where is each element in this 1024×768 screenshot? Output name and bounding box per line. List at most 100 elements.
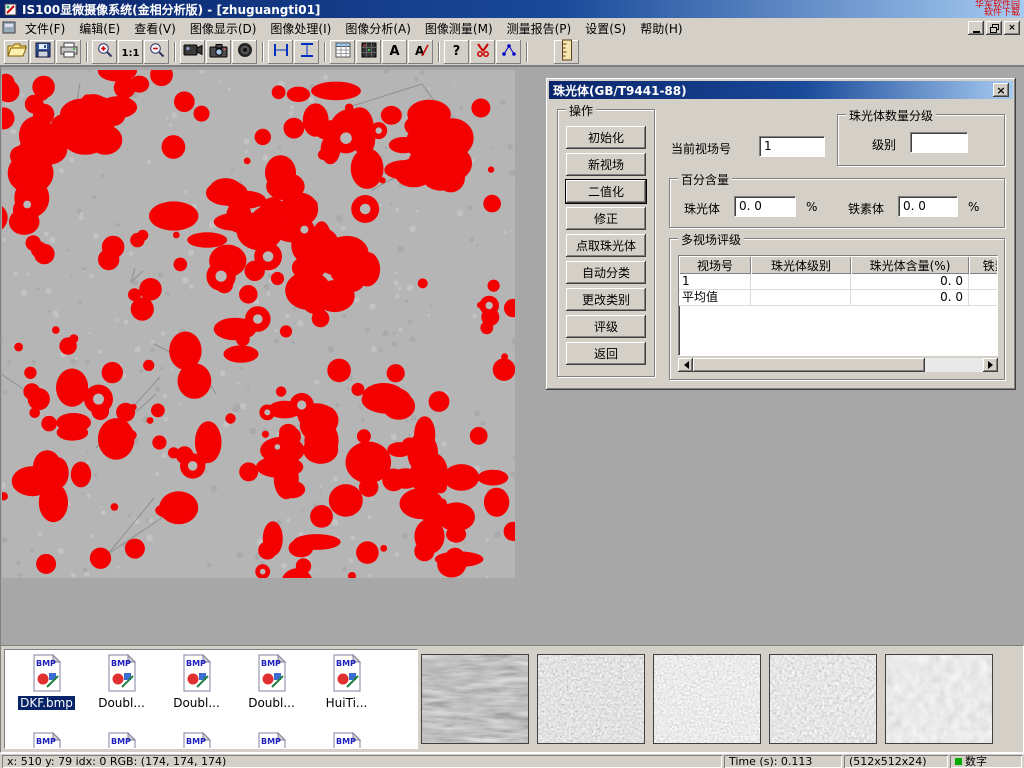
table-row[interactable]: 平均值0. 0 bbox=[679, 290, 998, 306]
dialog-title-bar[interactable]: 珠光体(GB/T9441-88) × bbox=[549, 81, 1013, 99]
table-header-cell[interactable]: 珠光体含量(%) bbox=[851, 256, 969, 274]
file-item[interactable]: BMPHuiTi... bbox=[309, 652, 384, 730]
snapshot-target-button[interactable] bbox=[232, 40, 257, 64]
op-button[interactable]: 更改类别 bbox=[566, 288, 646, 311]
zoom-in-button[interactable] bbox=[92, 40, 117, 64]
file-item[interactable]: BMPDoubl... bbox=[159, 652, 234, 730]
print-button[interactable] bbox=[56, 40, 81, 64]
file-item-partial[interactable]: BMP bbox=[234, 730, 309, 749]
file-item[interactable]: BMPDKF.bmp bbox=[9, 652, 84, 730]
thumbnail-4[interactable] bbox=[769, 654, 877, 744]
title-bar[interactable]: IS100显微摄像系统(金相分析版) - [zhuguangti01] bbox=[0, 0, 1024, 18]
current-field-value: 1 bbox=[764, 139, 772, 153]
scissors-tool-button[interactable] bbox=[470, 40, 495, 64]
thumbnail-2[interactable] bbox=[537, 654, 645, 744]
child-window-icon bbox=[2, 21, 18, 35]
rating-table[interactable]: 视场号珠光体级别珠光体含量(%)铁素体含量(%) 10. 0平均值0. 0 bbox=[678, 255, 998, 356]
menu-item-image-processing[interactable]: 图像处理(I) bbox=[263, 17, 338, 40]
file-item-partial[interactable]: BMP bbox=[159, 730, 234, 749]
app-window: IS100显微摄像系统(金相分析版) - [zhuguangti01] 华军软件… bbox=[0, 0, 1024, 768]
ferrite-percent-sign: % bbox=[968, 200, 979, 214]
bmp-file-icon: BMP bbox=[105, 730, 139, 749]
app-icon bbox=[4, 2, 18, 16]
table-header-cell[interactable]: 铁素体含量(%) bbox=[969, 256, 998, 274]
table-cell bbox=[751, 274, 851, 290]
pearlite-percent-input[interactable]: 0. 0 bbox=[734, 196, 796, 217]
zoom-out-button[interactable] bbox=[144, 40, 169, 64]
dialog-close-button[interactable]: × bbox=[993, 83, 1009, 97]
op-button[interactable]: 评级 bbox=[566, 315, 646, 338]
close-button[interactable]: × bbox=[1004, 21, 1020, 35]
annotate-text-button[interactable]: A bbox=[382, 40, 407, 64]
measure-horizontal-button[interactable] bbox=[268, 40, 293, 64]
scroll-right-button[interactable] bbox=[983, 358, 998, 372]
measure-angle-button[interactable]: A bbox=[408, 40, 433, 64]
help-button[interactable]: ? bbox=[444, 40, 469, 64]
file-item[interactable]: BMP Doubl... bbox=[84, 652, 159, 730]
op-button[interactable]: 二值化 bbox=[566, 180, 646, 203]
scroll-thumb[interactable] bbox=[693, 358, 925, 372]
zoom-in-icon bbox=[97, 42, 113, 61]
caliper-h-icon bbox=[273, 42, 289, 61]
camera-capture-button[interactable] bbox=[206, 40, 231, 64]
bmp-file-icon: BMP bbox=[330, 652, 364, 695]
thumbnail-3[interactable] bbox=[653, 654, 761, 744]
minimize-button[interactable] bbox=[968, 21, 984, 35]
red-cross-icon bbox=[475, 42, 491, 61]
menu-item-help[interactable]: 帮助(H) bbox=[633, 17, 689, 40]
operations-group-label: 操作 bbox=[566, 102, 596, 119]
digital-indicator-icon bbox=[955, 758, 962, 765]
scroll-track[interactable] bbox=[693, 358, 983, 372]
table-header-cell[interactable]: 珠光体级别 bbox=[751, 256, 851, 274]
bmp-file-icon: BMP bbox=[255, 652, 289, 695]
specimen-image[interactable] bbox=[2, 70, 515, 578]
svg-text:BMP: BMP bbox=[261, 659, 281, 668]
restore-button[interactable] bbox=[986, 21, 1002, 35]
op-button[interactable]: 点取珠光体 bbox=[566, 234, 646, 257]
menu-item-view[interactable]: 查看(V) bbox=[127, 17, 183, 40]
menu-item-file[interactable]: 文件(F) bbox=[18, 17, 72, 40]
svg-text:BMP: BMP bbox=[186, 659, 206, 668]
file-item-partial[interactable]: BMP bbox=[9, 730, 84, 749]
grid-dark-button[interactable] bbox=[356, 40, 381, 64]
menu-item-image-analysis[interactable]: 图像分析(A) bbox=[338, 17, 418, 40]
actual-size-button[interactable]: 1:1 bbox=[118, 40, 143, 64]
video-source-button[interactable] bbox=[180, 40, 205, 64]
file-item-partial[interactable]: BMP bbox=[84, 730, 159, 749]
scroll-left-icon bbox=[680, 361, 689, 369]
op-button[interactable]: 新视场 bbox=[566, 153, 646, 176]
thumbnail-5[interactable] bbox=[885, 654, 993, 744]
save-file-button[interactable] bbox=[30, 40, 55, 64]
target-icon bbox=[237, 42, 253, 61]
op-button[interactable]: 返回 bbox=[566, 342, 646, 365]
op-button[interactable]: 初始化 bbox=[566, 126, 646, 149]
ruler-tool-button[interactable] bbox=[554, 40, 579, 64]
table-hscrollbar[interactable] bbox=[678, 358, 998, 372]
current-field-input[interactable]: 1 bbox=[759, 136, 825, 157]
file-label: Doubl... bbox=[96, 696, 147, 710]
menu-item-edit[interactable]: 编辑(E) bbox=[72, 17, 127, 40]
grid-measure-button[interactable] bbox=[330, 40, 355, 64]
measure-vertical-button[interactable] bbox=[294, 40, 319, 64]
point-measure-button[interactable] bbox=[496, 40, 521, 64]
scroll-left-button[interactable] bbox=[678, 358, 693, 372]
menu-item-settings[interactable]: 设置(S) bbox=[578, 17, 633, 40]
thumbnail-1[interactable] bbox=[421, 654, 529, 744]
svg-text:BMP: BMP bbox=[111, 659, 131, 668]
file-item[interactable]: BMPDoubl... bbox=[234, 652, 309, 730]
open-file-button[interactable] bbox=[4, 40, 29, 64]
ferrite-percent-value: 0. 0 bbox=[903, 199, 926, 213]
toolbar-separator bbox=[324, 42, 326, 62]
table-header-cell[interactable]: 视场号 bbox=[679, 256, 751, 274]
table-row[interactable]: 10. 0 bbox=[679, 274, 998, 290]
menu-item-image-measurement[interactable]: 图像测量(M) bbox=[418, 17, 500, 40]
ferrite-percent-input[interactable]: 0. 0 bbox=[898, 196, 958, 217]
menu-item-image-display[interactable]: 图像显示(D) bbox=[183, 17, 264, 40]
workspace: 珠光体(GB/T9441-88) × 操作 初始化新视场二值化修正点取珠光体自动… bbox=[0, 66, 1024, 645]
op-button[interactable]: 自动分类 bbox=[566, 261, 646, 284]
menu-item-measure-report[interactable]: 测量报告(P) bbox=[500, 17, 579, 40]
file-item-partial[interactable]: BMP bbox=[309, 730, 384, 749]
bmp-file-icon: BMP bbox=[255, 730, 289, 749]
op-button[interactable]: 修正 bbox=[566, 207, 646, 230]
grade-input[interactable] bbox=[910, 132, 968, 153]
